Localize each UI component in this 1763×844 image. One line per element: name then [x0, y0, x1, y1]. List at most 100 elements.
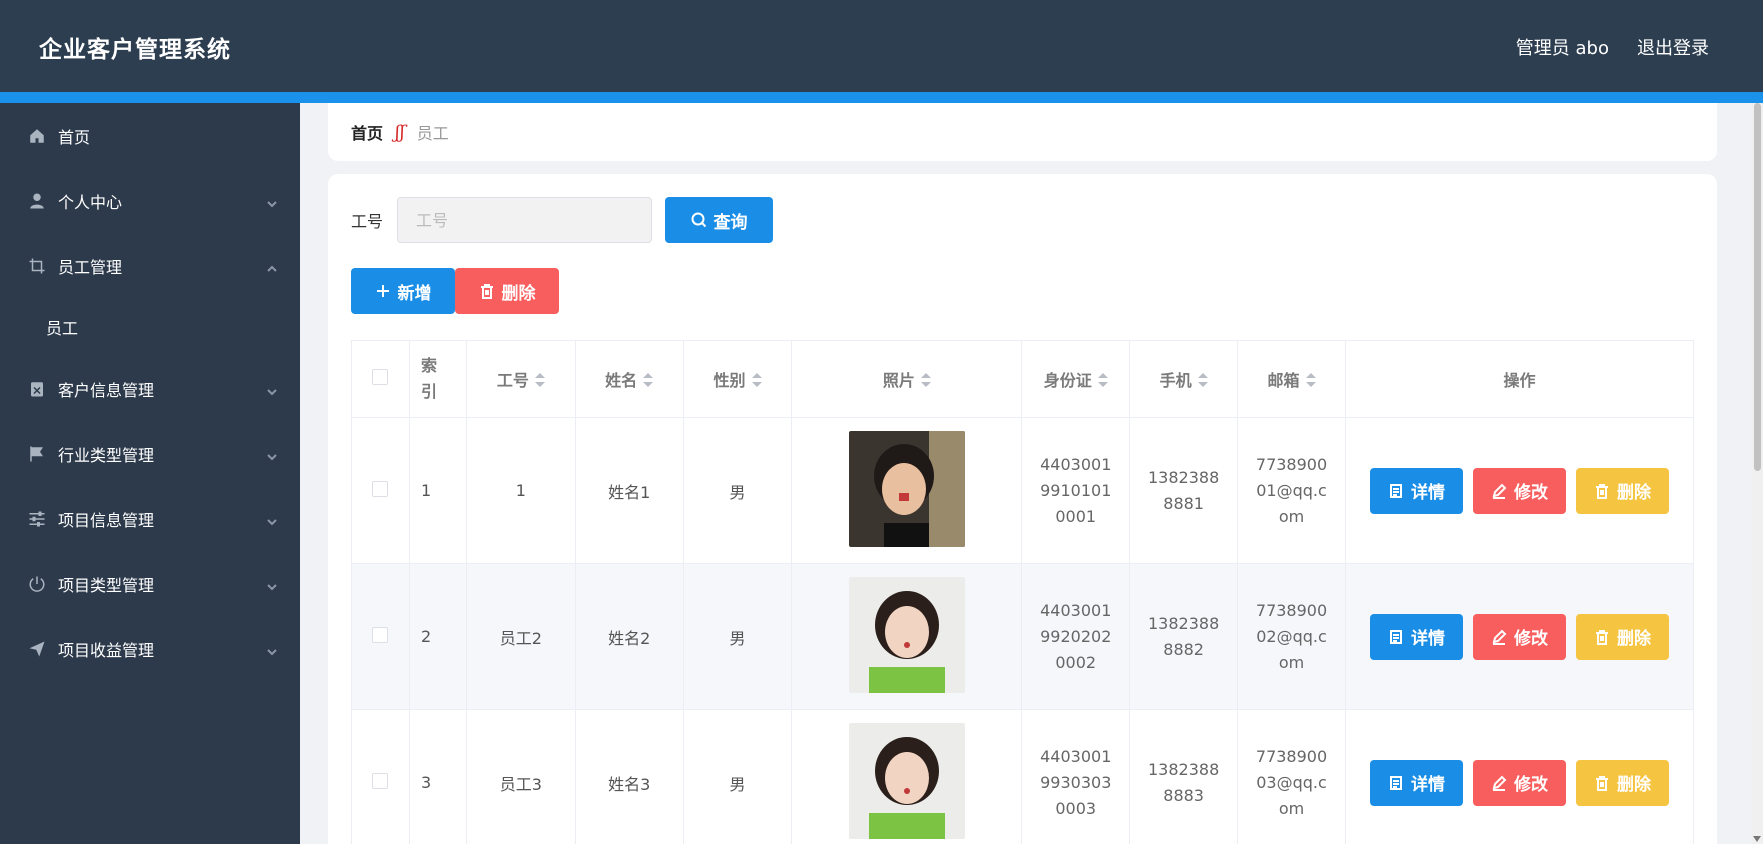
edit-button-label: 修改: [1513, 775, 1548, 795]
breadcrumb-home[interactable]: 首页: [351, 120, 383, 144]
cell-id-card: 440300199202020002: [1021, 563, 1131, 710]
delete-button-label: 删除: [1616, 629, 1651, 649]
column-header-id-card[interactable]: 身份证: [1021, 340, 1131, 418]
sort-icon[interactable]: [1197, 372, 1208, 391]
delete-button[interactable]: 删除: [1575, 467, 1669, 514]
employee-photo[interactable]: [848, 576, 965, 693]
cell-phone: 13823888881: [1129, 417, 1239, 564]
power-icon: [28, 575, 46, 593]
column-header-name[interactable]: 姓名: [574, 340, 684, 418]
header-user-area: 管理员 abo 退出登录: [1516, 34, 1709, 60]
sort-icon[interactable]: [534, 372, 545, 391]
sidebar-item-label: 员工管理: [58, 257, 123, 277]
detail-button[interactable]: 详情: [1369, 613, 1463, 660]
cell-name: 姓名1: [574, 417, 684, 564]
page-scrollbar[interactable]: [1751, 103, 1763, 844]
trash-icon: [480, 284, 493, 299]
detail-button[interactable]: 详情: [1369, 467, 1463, 514]
table-row: 1 1 姓名1 男 440300199101010001 13823888881: [351, 417, 1695, 564]
logout-link[interactable]: 退出登录: [1637, 34, 1709, 60]
sort-icon[interactable]: [643, 372, 654, 391]
sidebar-item-home[interactable]: 首页: [0, 103, 300, 168]
employee-photo[interactable]: [848, 722, 965, 839]
sidebar-subitem-employee[interactable]: 员工: [0, 298, 300, 356]
search-icon: [691, 212, 706, 228]
search-button[interactable]: 查询: [665, 197, 774, 243]
sidebar-subitem-label: 员工: [46, 319, 79, 338]
phone-text: 13823888882: [1148, 613, 1220, 659]
cell-emp-no: 1: [465, 417, 576, 564]
sidebar-item-project-info[interactable]: 项目信息管理: [0, 486, 300, 551]
cell-gender: 男: [682, 417, 793, 564]
scrollbar-thumb[interactable]: [1754, 103, 1761, 471]
row-checkbox[interactable]: [372, 480, 389, 497]
row-select-cell: [351, 417, 410, 564]
column-header-email[interactable]: 邮箱: [1237, 340, 1346, 418]
search-input[interactable]: [397, 197, 653, 243]
chevron-up-icon: [266, 260, 278, 272]
add-button[interactable]: 新增: [351, 268, 455, 314]
sidebar-item-project-type[interactable]: 项目类型管理: [0, 551, 300, 616]
sidebar-item-project-revenue[interactable]: 项目收益管理: [0, 616, 300, 681]
trash-icon: [1595, 483, 1608, 499]
edit-button[interactable]: 修改: [1472, 759, 1566, 806]
column-header-gender[interactable]: 性别: [682, 340, 793, 418]
trash-icon: [1595, 629, 1608, 645]
sidebar-item-label: 项目信息管理: [58, 510, 155, 530]
sort-icon[interactable]: [1305, 372, 1316, 391]
row-select-cell: [351, 709, 410, 844]
email-text: 773890002@qq.com: [1255, 600, 1328, 672]
sidebar-item-customer-info[interactable]: 客户信息管理: [0, 356, 300, 421]
cell-actions: 详情 修改 删除: [1344, 563, 1695, 710]
cell-actions: 详情 修改 删除: [1344, 417, 1695, 564]
chevron-down-icon: [266, 578, 278, 590]
row-checkbox[interactable]: [372, 772, 389, 789]
chevron-down-icon: [266, 195, 278, 207]
sidebar-item-label: 项目类型管理: [58, 575, 155, 595]
phone-text: 13823888883: [1148, 759, 1220, 805]
sidebar-item-label: 个人中心: [58, 192, 123, 212]
sort-icon[interactable]: [751, 372, 762, 391]
detail-button-label: 详情: [1410, 483, 1445, 503]
edit-button[interactable]: 修改: [1472, 613, 1566, 660]
bulk-delete-button[interactable]: 删除: [455, 268, 559, 314]
id-card-text: 440300199101010001: [1040, 454, 1112, 526]
delete-button[interactable]: 删除: [1575, 759, 1669, 806]
action-bar: 新增 删除: [351, 268, 559, 314]
scroll-down-arrow-icon[interactable]: [1753, 836, 1761, 842]
sort-icon[interactable]: [920, 372, 931, 391]
phone-text: 13823888881: [1148, 467, 1220, 513]
column-header-label: 照片: [882, 371, 915, 390]
trash-icon: [1595, 775, 1608, 791]
sidebar-item-employee-management[interactable]: 员工管理: [0, 233, 300, 298]
edit-button[interactable]: 修改: [1472, 467, 1566, 514]
chevron-down-icon: [266, 383, 278, 395]
current-user[interactable]: 管理员 abo: [1516, 34, 1609, 60]
sidebar-item-label: 首页: [58, 127, 91, 147]
sort-icon[interactable]: [1097, 372, 1108, 391]
column-header-emp-no[interactable]: 工号: [465, 340, 576, 418]
column-header-label: 性别: [713, 371, 746, 390]
column-header-phone[interactable]: 手机: [1129, 340, 1239, 418]
chevron-down-icon: [266, 643, 278, 655]
plus-icon: [376, 285, 389, 297]
cell-email: 773890002@qq.com: [1237, 563, 1346, 710]
sidebar-item-industry-type[interactable]: 行业类型管理: [0, 421, 300, 486]
select-all-checkbox[interactable]: [372, 369, 389, 385]
bulk-delete-label: 删除: [501, 283, 536, 304]
detail-button[interactable]: 详情: [1369, 759, 1463, 806]
edit-icon: [1492, 629, 1507, 645]
cell-name: 姓名3: [574, 709, 684, 844]
delete-button[interactable]: 删除: [1575, 613, 1669, 660]
row-checkbox[interactable]: [372, 626, 389, 643]
main-content: 工号 查询 新增 删除 索引 工号 姓名 性别 照片: [328, 174, 1717, 844]
column-header-photo[interactable]: 照片: [791, 340, 1023, 418]
document-icon: [1389, 629, 1402, 644]
employee-photo[interactable]: [848, 430, 965, 547]
search-bar: 工号 查询: [351, 197, 774, 243]
sidebar-item-profile[interactable]: 个人中心: [0, 168, 300, 233]
search-label: 工号: [351, 212, 384, 231]
cell-name: 姓名2: [574, 563, 684, 710]
table-header-row: 索引 工号 姓名 性别 照片 身份证 手机 邮箱 操作: [351, 340, 1695, 418]
edit-icon: [1492, 483, 1507, 499]
